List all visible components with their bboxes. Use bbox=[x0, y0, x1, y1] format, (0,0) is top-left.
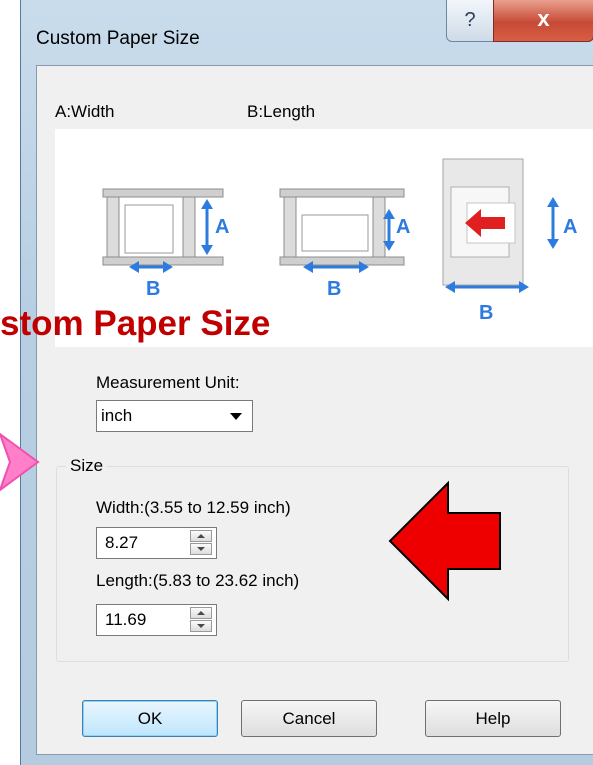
width-decrement-button[interactable] bbox=[190, 543, 212, 555]
feed-slot-illustration bbox=[442, 158, 559, 293]
overlay-title-annotation: stom Paper Size bbox=[0, 304, 271, 343]
dimension-b-label-2: B bbox=[327, 278, 341, 300]
left-background bbox=[0, 0, 22, 765]
measurement-unit-label: Measurement Unit: bbox=[96, 373, 240, 392]
dimension-b-label: B bbox=[146, 278, 160, 300]
help-button[interactable]: Help bbox=[425, 700, 561, 737]
annotation-arrowhead-icon bbox=[0, 432, 40, 492]
width-range-label: Width:(3.55 to 12.59 inch) bbox=[96, 498, 291, 517]
length-legend-label: B:Length bbox=[247, 102, 316, 121]
length-decrement-button[interactable] bbox=[190, 620, 212, 632]
dimension-a-label-3: A bbox=[563, 216, 577, 238]
paper-tray-illustration-1 bbox=[102, 188, 224, 273]
size-group-legend: Size bbox=[66, 456, 108, 476]
length-increment-button[interactable] bbox=[190, 607, 212, 619]
measurement-unit-value: inch bbox=[101, 406, 133, 425]
dropdown-arrow-icon bbox=[230, 413, 242, 420]
close-button[interactable]: x bbox=[493, 0, 593, 42]
width-spin-buttons bbox=[190, 530, 214, 556]
cancel-button[interactable]: Cancel bbox=[241, 700, 377, 737]
width-spinbox[interactable]: 8.27 bbox=[96, 527, 217, 559]
dimension-a-label: A bbox=[215, 216, 229, 238]
dialog-title: Custom Paper Size bbox=[36, 28, 200, 49]
width-increment-button[interactable] bbox=[190, 530, 212, 542]
big-red-arrow-icon bbox=[388, 480, 501, 602]
length-spinbox[interactable]: 11.69 bbox=[96, 604, 217, 636]
dimension-a-label-2: A bbox=[396, 216, 410, 238]
width-legend-label: A:Width bbox=[55, 102, 115, 121]
measurement-unit-select[interactable]: inch bbox=[96, 400, 253, 432]
length-value: 11.69 bbox=[105, 610, 147, 629]
length-spin-buttons bbox=[190, 607, 214, 633]
width-value: 8.27 bbox=[105, 533, 139, 552]
dimension-b-label-3: B bbox=[479, 302, 493, 324]
ok-button[interactable]: OK bbox=[82, 700, 218, 737]
help-title-button[interactable]: ? bbox=[446, 0, 494, 42]
length-range-label: Length:(5.83 to 23.62 inch) bbox=[96, 571, 300, 590]
paper-tray-illustration-2 bbox=[279, 188, 405, 273]
